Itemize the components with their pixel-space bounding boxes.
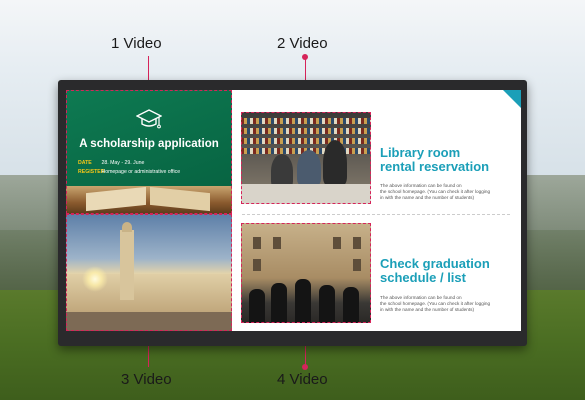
library-photo[interactable] [241, 112, 371, 204]
date-value: 28. May - 29. June [101, 160, 145, 166]
library-heading: Library room rental reservation [380, 146, 520, 174]
graduation-desc-line3: in with the name and the number of stude… [380, 307, 475, 312]
plaza-ground [66, 312, 232, 331]
graduate-figure [295, 279, 311, 323]
graduation-cap-icon [136, 109, 162, 129]
graduation-photo[interactable] [241, 223, 371, 323]
university-building-photo[interactable] [66, 214, 232, 331]
building-window [333, 237, 341, 249]
register-label: REGISTER [78, 169, 105, 175]
video-4-leader-dot [302, 364, 308, 370]
building-window [353, 237, 361, 249]
graduate-figure [343, 287, 359, 323]
graduation-description: The above information can be found on th… [380, 295, 514, 313]
scholarship-register-row: REGISTER Homepage or administrative offi… [78, 169, 180, 175]
building-window [253, 237, 261, 249]
library-heading-line1: Library room [380, 145, 461, 160]
scholarship-panel[interactable]: A scholarship application DATE 28. May -… [66, 90, 232, 214]
info-panel: Library room rental reservation The abov… [232, 90, 521, 331]
library-table [241, 184, 371, 204]
video-2-leader-dot [302, 54, 308, 60]
open-book-image [66, 186, 232, 214]
sun-glare [82, 266, 108, 292]
scholarship-date-row: DATE 28. May - 29. June [78, 160, 144, 166]
signage-screen: A scholarship application DATE 28. May -… [66, 90, 521, 331]
building-window [273, 237, 281, 249]
bookshelf [241, 118, 371, 124]
graduate-figure [271, 283, 287, 323]
graduation-heading-line2: schedule / list [380, 270, 466, 285]
building-window [353, 259, 361, 271]
register-value: Homepage or administrative office [101, 169, 181, 175]
library-desc-line3: in with the name and the number of stude… [380, 195, 475, 200]
clock-tower [120, 222, 134, 300]
student-figure [323, 140, 347, 186]
bookshelf [241, 138, 371, 144]
date-label: DATE [78, 160, 92, 166]
student-figure [297, 150, 321, 186]
building-window [253, 259, 261, 271]
scholarship-title: A scholarship application [79, 138, 219, 150]
graduate-figure [249, 289, 265, 323]
graduation-heading-line1: Check graduation [380, 256, 490, 271]
library-heading-line2: rental reservation [380, 159, 490, 174]
video-1-caption: 1 Video [111, 35, 162, 52]
corner-accent [503, 90, 521, 108]
video-4-caption: 4 Video [277, 371, 328, 388]
video-3-caption: 3 Video [121, 371, 172, 388]
graduate-figure [319, 285, 335, 323]
section-divider [242, 214, 510, 215]
library-description: The above information can be found on th… [380, 183, 514, 201]
video-2-caption: 2 Video [277, 35, 328, 52]
bookshelf [241, 128, 371, 134]
student-figure [271, 154, 293, 188]
graduation-heading: Check graduation schedule / list [380, 257, 520, 285]
